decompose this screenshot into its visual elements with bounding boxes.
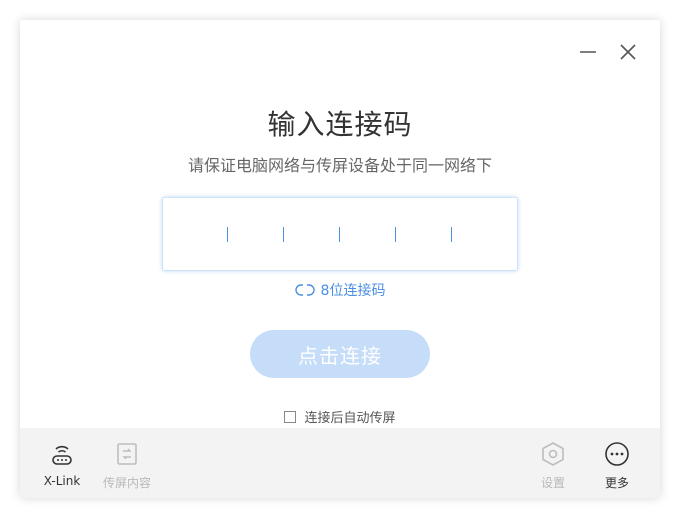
connect-code-input[interactable] [162,197,518,271]
close-icon [620,44,636,60]
code-slot-3[interactable] [339,227,340,242]
toolbar-xlink-button[interactable]: X-Link [27,440,97,488]
auto-share-checkbox[interactable] [284,410,297,423]
connect-code-window: 输入连接码 请保证电脑网络与传屏设备处于同一网络下 8位连接码 点击连接 连接后… [20,20,660,498]
screen-content-icon [117,443,137,465]
toolbar-xlink-label: X-Link [43,474,81,488]
page-title: 输入连接码 [267,108,413,141]
toolbar-content-button[interactable]: 传屏内容 [92,440,162,491]
code-slot-5[interactable] [451,227,452,242]
auto-share-label: 连接后自动传屏 [304,411,396,426]
switch-code-length-link[interactable]: 8位连接码 [20,280,660,301]
minimize-icon [580,51,596,53]
toolbar-settings-button[interactable]: 设置 [518,440,588,491]
more-dots-icon [605,442,629,466]
close-button[interactable] [616,40,640,64]
toolbar-more-button[interactable]: 更多 [582,440,652,491]
wifi-router-icon [52,445,72,465]
switch-icon [294,284,315,296]
toolbar-settings-label: 设置 [540,476,565,490]
auto-share-option[interactable]: 连接后自动传屏 [20,407,660,427]
hexagon-gear-icon [542,442,564,466]
bottom-toolbar: X-Link 传屏内容 设置 更多 [20,428,660,498]
minimize-button[interactable] [576,40,600,64]
switch-code-length-label: 8位连接码 [320,283,386,299]
code-slot-4[interactable] [395,227,396,242]
code-slot-2[interactable] [283,227,284,242]
code-slot-1[interactable] [227,227,228,242]
toolbar-more-label: 更多 [604,476,629,490]
page-subtitle: 请保证电脑网络与传屏设备处于同一网络下 [187,156,492,175]
connect-button[interactable]: 点击连接 [250,330,430,378]
toolbar-content-label: 传屏内容 [102,476,151,490]
